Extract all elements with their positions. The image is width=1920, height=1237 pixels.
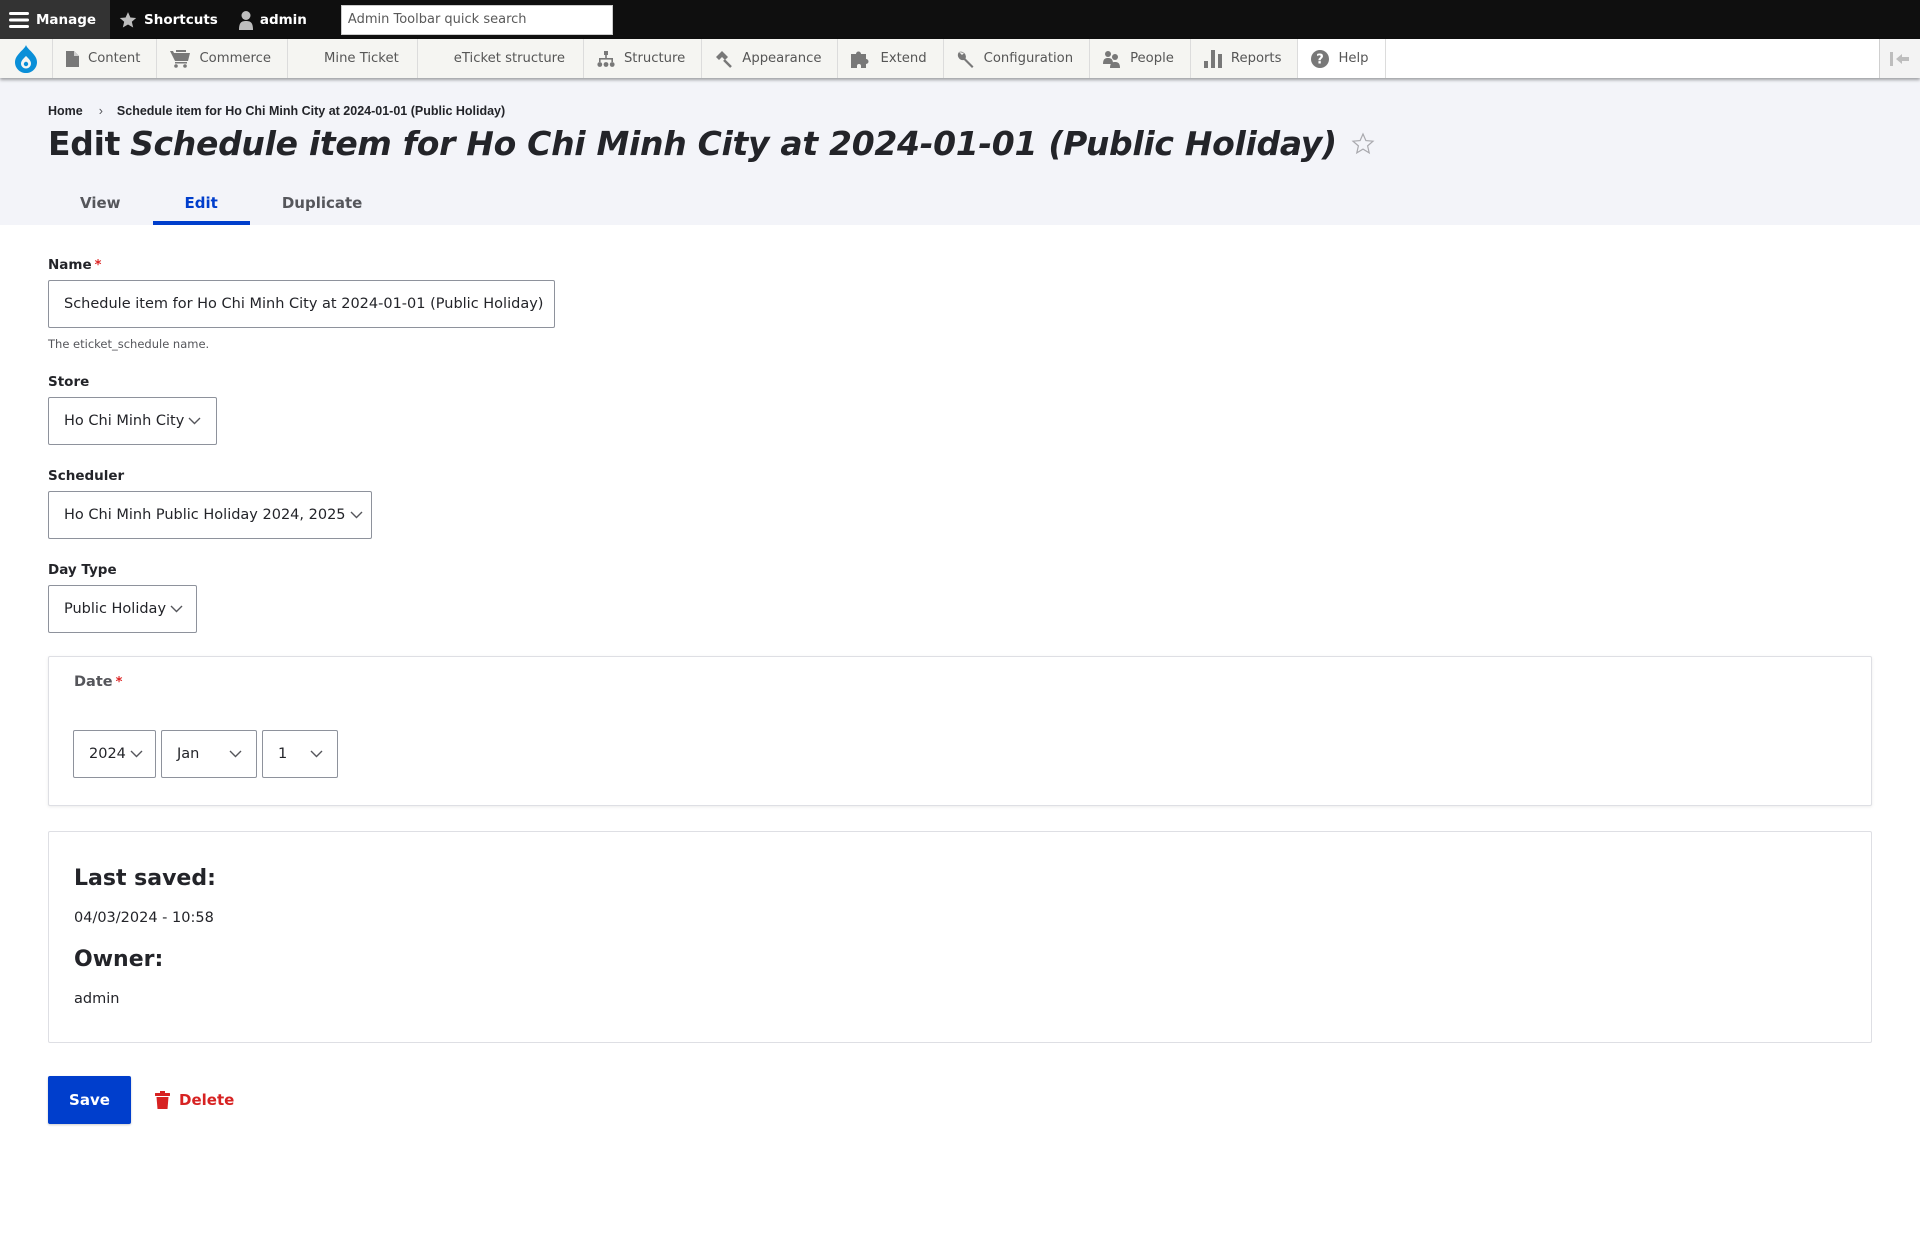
drupal-logo-link[interactable] — [0, 39, 53, 78]
tab-edit[interactable]: Edit — [152, 180, 251, 225]
day-type-select[interactable]: Public Holiday — [48, 585, 197, 633]
user-label: admin — [259, 11, 307, 28]
user-icon — [238, 10, 253, 30]
tray-item-content[interactable]: Content — [53, 39, 158, 78]
date-legend: Date * — [74, 674, 123, 690]
breadcrumb-current-link[interactable]: Schedule item for Ho Chi Minh City at 20… — [117, 104, 505, 118]
shortcuts-label: Shortcuts — [144, 11, 218, 28]
help-icon: ? — [1311, 49, 1330, 68]
shortcut-star-icon[interactable] — [1351, 132, 1375, 156]
date-year-select[interactable]: 2024 — [73, 730, 156, 778]
chevron-down-icon — [130, 750, 143, 758]
chevron-down-icon — [350, 511, 363, 519]
tray-orientation-toggle[interactable] — [1879, 39, 1920, 78]
manage-label: Manage — [36, 11, 97, 28]
tab-duplicate[interactable]: Duplicate — [250, 180, 395, 225]
hamburger-icon — [9, 11, 29, 28]
save-button[interactable]: Save — [48, 1076, 131, 1124]
tray-item-people[interactable]: People — [1090, 39, 1191, 78]
tray-item-appearance[interactable]: Appearance — [702, 39, 839, 78]
file-icon — [66, 50, 79, 67]
tray-item-help[interactable]: ? Help — [1298, 39, 1386, 78]
scheduler-select[interactable]: Ho Chi Minh Public Holiday 2024, 2025 — [48, 491, 372, 539]
day-type-field: Day Type Public Holiday — [48, 562, 197, 633]
sitemap-icon — [597, 50, 615, 67]
required-marker: * — [94, 257, 102, 273]
user-menu-button[interactable]: admin — [230, 0, 319, 39]
tab-view[interactable]: View — [48, 180, 153, 225]
shopping-cart-icon — [170, 49, 191, 68]
tray-item-extend[interactable]: Extend — [838, 39, 944, 78]
date-selects: 2024 Jan 1 — [73, 730, 338, 778]
name-input[interactable] — [64, 296, 554, 312]
bar-chart-icon — [1203, 49, 1222, 68]
page-title-entity: Schedule item for Ho Chi Minh City at 20… — [130, 124, 1337, 163]
admin-toolbar: Manage Shortcuts admin — [0, 0, 1920, 39]
manage-button[interactable]: Manage — [0, 0, 110, 39]
date-fieldset: Date * 2024 Jan 1 — [48, 656, 1872, 806]
chevron-down-icon — [310, 750, 323, 758]
tray-item-structure[interactable]: Structure — [583, 39, 703, 78]
page-header: Home › Schedule item for Ho Chi Minh Cit… — [0, 78, 1920, 225]
store-select[interactable]: Ho Chi Minh City — [48, 397, 217, 445]
store-label: Store — [48, 374, 90, 390]
trash-icon — [155, 1091, 170, 1109]
page-title: Edit Schedule item for Ho Chi Minh City … — [48, 124, 1375, 163]
collapse-arrow-icon — [1890, 51, 1909, 66]
tray-item-mine-ticket[interactable]: Mine Ticket — [288, 39, 418, 78]
delete-link[interactable]: Delete — [155, 1091, 234, 1109]
chevron-down-icon — [170, 605, 183, 613]
paintbrush-icon — [715, 50, 733, 68]
date-day-select[interactable]: 1 — [262, 730, 338, 778]
svg-text:?: ? — [1317, 52, 1325, 67]
quick-search-input[interactable] — [347, 12, 612, 27]
toolbar-tray: Content Commerce Mine Ticket eTicket str… — [0, 39, 1920, 78]
day-type-label: Day Type — [48, 562, 117, 578]
breadcrumb: Home › Schedule item for Ho Chi Minh Cit… — [48, 104, 505, 118]
wrench-icon — [957, 50, 975, 68]
name-field: Name * The eticket_schedule name. — [48, 257, 555, 351]
tray-item-configuration[interactable]: Configuration — [943, 39, 1091, 78]
shortcuts-button[interactable]: Shortcuts — [110, 0, 230, 39]
puzzle-icon — [851, 50, 871, 68]
required-marker: * — [115, 674, 123, 690]
tray-item-commerce[interactable]: Commerce — [157, 39, 289, 78]
people-icon — [1103, 50, 1121, 68]
drupal-logo-icon — [15, 44, 37, 73]
page-title-prefix: Edit — [48, 124, 121, 163]
tray-item-eticket-structure[interactable]: eTicket structure — [417, 39, 584, 78]
last-saved-heading: Last saved: — [74, 866, 216, 891]
owner-value: admin — [74, 991, 120, 1007]
tray-item-reports[interactable]: Reports — [1190, 39, 1299, 78]
breadcrumb-home-link[interactable]: Home — [48, 104, 83, 118]
chevron-down-icon — [188, 417, 201, 425]
form-actions: Save Delete — [48, 1076, 234, 1124]
name-label: Name * — [48, 257, 102, 273]
name-description: The eticket_schedule name. — [48, 337, 210, 351]
breadcrumb-separator: › — [98, 104, 103, 118]
tray-spacer — [1385, 39, 1879, 78]
name-input-wrapper[interactable] — [48, 280, 555, 328]
chevron-down-icon — [229, 750, 242, 758]
primary-tabs: View Edit Duplicate — [48, 180, 394, 225]
store-field: Store Ho Chi Minh City — [48, 374, 217, 445]
owner-heading: Owner: — [74, 947, 164, 972]
quick-search-field[interactable] — [340, 4, 613, 35]
last-saved-value: 04/03/2024 - 10:58 — [74, 910, 214, 926]
entity-meta-box: Last saved: 04/03/2024 - 10:58 Owner: ad… — [48, 831, 1872, 1043]
scheduler-field: Scheduler Ho Chi Minh Public Holiday 202… — [48, 468, 372, 539]
star-icon — [119, 11, 137, 29]
date-month-select[interactable]: Jan — [161, 730, 257, 778]
scheduler-label: Scheduler — [48, 468, 125, 484]
